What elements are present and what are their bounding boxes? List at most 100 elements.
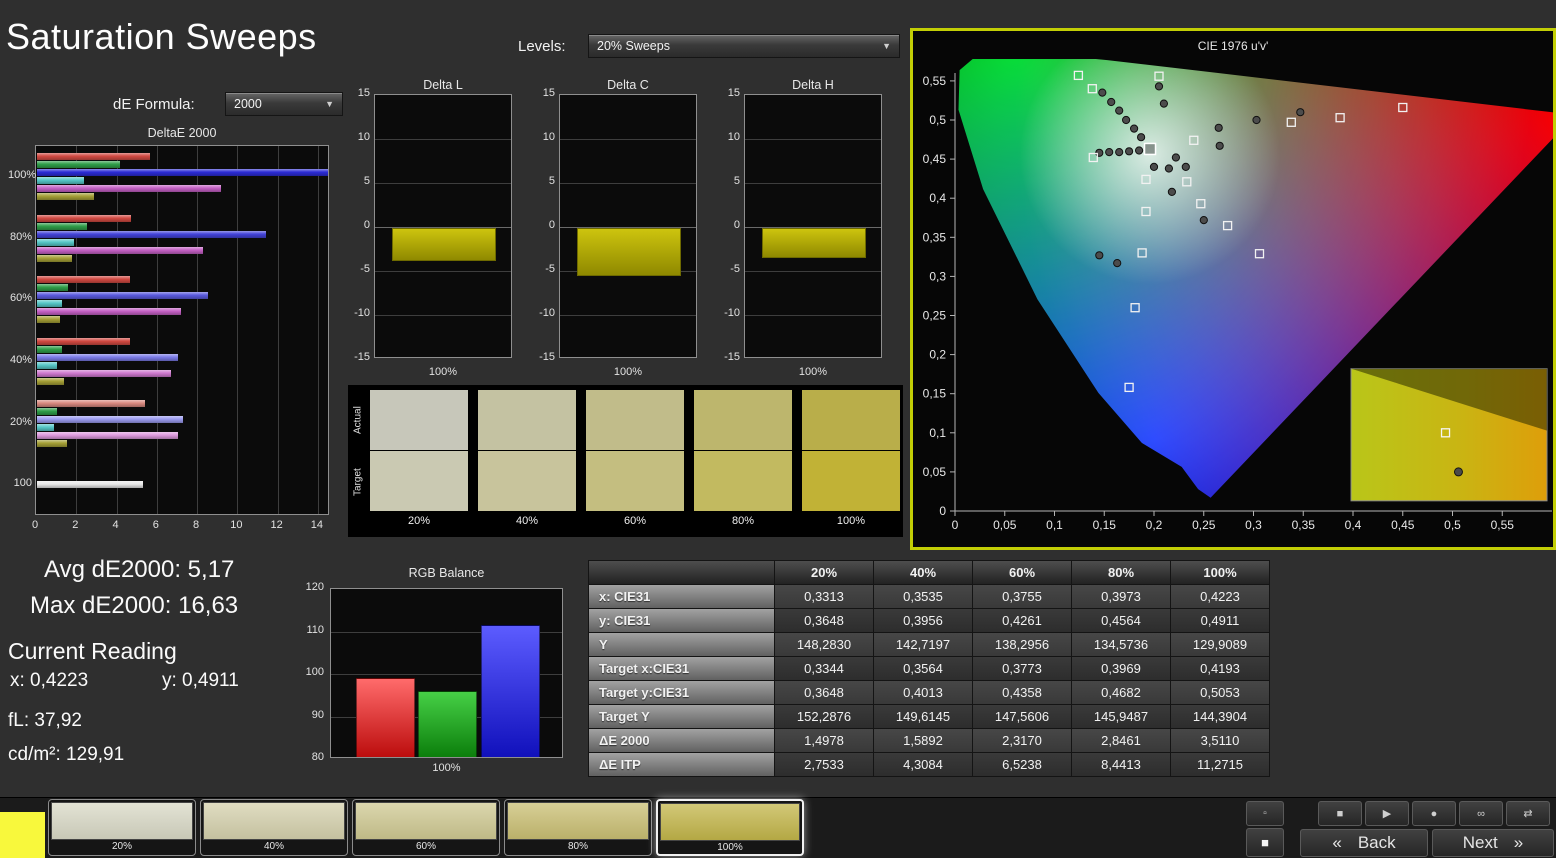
svg-text:0,25: 0,25: [923, 309, 947, 323]
table-cell: 2,7533: [775, 753, 874, 777]
y-tick-label: 5: [733, 175, 740, 187]
de-formula-value: 2000: [234, 97, 262, 111]
loop-button[interactable]: ∞: [1459, 801, 1503, 826]
gridline: [560, 315, 696, 316]
pattern-swatch: [355, 802, 497, 840]
pattern-window-toggle-button[interactable]: ▫: [1246, 801, 1284, 826]
chart-title: RGB Balance: [408, 566, 485, 580]
y-tick-label: 100%: [8, 168, 37, 181]
measured-point: [1171, 153, 1180, 162]
table-cell: 1,5892: [874, 729, 973, 753]
current-y-value: y: 0,4911: [162, 670, 239, 691]
measured-point: [1122, 115, 1131, 125]
table-cell: 0,4358: [973, 681, 1072, 705]
swatch-column: 80%: [694, 390, 792, 527]
deltae-bar: [37, 184, 222, 192]
svg-text:0,55: 0,55: [1491, 518, 1515, 532]
pattern-level-label: 80%: [567, 841, 588, 852]
gridline: [560, 183, 696, 184]
measured-point: [1113, 259, 1122, 268]
table-cell: 0,4911: [1171, 609, 1270, 633]
table-cell: 2,3170: [973, 729, 1072, 753]
deltae-bar: [37, 238, 75, 246]
measured-point: [1199, 216, 1208, 225]
svg-text:0,05: 0,05: [923, 465, 947, 479]
small-plot-area: [559, 94, 697, 358]
deltae-bar: [37, 176, 85, 184]
y-tick-label: -15: [724, 351, 740, 363]
y-tick-label: 10: [357, 131, 370, 143]
svg-text:0,25: 0,25: [1192, 518, 1216, 532]
deltae-bar: [37, 284, 69, 292]
y-tick-label: -5: [730, 263, 740, 275]
swatch-columns: 20% 40% 60% 80% 100%: [370, 390, 900, 527]
pattern-level-button-40%[interactable]: 40%: [200, 799, 348, 856]
swatch-level-label: 40%: [515, 515, 539, 527]
y-tick-label: 60%: [9, 292, 32, 305]
y-tick-label: -10: [539, 307, 555, 319]
actual-swatch: [370, 390, 468, 450]
shuffle-button[interactable]: ⇄: [1506, 801, 1550, 826]
pattern-level-button-20%[interactable]: 20%: [48, 799, 196, 856]
chart-title: DeltaE 2000: [147, 126, 217, 140]
avg-de2000-value: Avg dE2000: 5,17: [44, 556, 235, 583]
delta-bar: [577, 228, 681, 277]
measured-point: [1167, 187, 1176, 196]
deltae-bar: [37, 481, 143, 489]
chart-title: Delta H: [792, 78, 834, 92]
page-title: Saturation Sweeps: [6, 16, 317, 57]
pattern-display-button[interactable]: ■: [1246, 828, 1284, 857]
record-button[interactable]: ●: [1412, 801, 1456, 826]
x-axis-label: 100%: [613, 366, 643, 378]
svg-text:0,35: 0,35: [923, 230, 947, 244]
measured-point: [1252, 115, 1261, 125]
table-row-label: y: CIE31: [589, 609, 775, 633]
measured-point: [1105, 148, 1114, 157]
play-button[interactable]: ▶: [1365, 801, 1409, 826]
table-header-cell: 100%: [1171, 561, 1270, 585]
delta-c-chart: Delta C 15 10 5 0 -5 -10 -15 100%: [533, 78, 705, 380]
deltae-bar: [37, 431, 178, 439]
next-button[interactable]: Next »: [1432, 829, 1554, 857]
back-button[interactable]: « Back: [1300, 829, 1428, 857]
y-tick-label: 15: [357, 87, 370, 99]
deltae-bar: [37, 246, 204, 254]
gridline: [317, 146, 319, 514]
swatch-column: 20%: [370, 390, 468, 527]
pattern-level-button-100%[interactable]: 100%: [656, 799, 804, 856]
swatch-level-label: 20%: [407, 515, 431, 527]
svg-text:0,05: 0,05: [993, 518, 1017, 532]
cie-chart-body: 0 0 0,05 0,05 0,1 0,1 0,15 0,15 0,2 0,2 0,25 0,25 0,…: [913, 59, 1556, 541]
x-tick-label: 2: [72, 519, 79, 531]
gridline: [375, 139, 511, 140]
pattern-level-button-60%[interactable]: 60%: [352, 799, 500, 856]
svg-text:0,1: 0,1: [1046, 518, 1063, 532]
stop-button[interactable]: ■: [1318, 801, 1362, 826]
inset-measured-point: [1453, 467, 1463, 477]
table-header-cell: 20%: [775, 561, 874, 585]
measured-point: [1135, 146, 1144, 155]
swatch-level-label: 80%: [731, 515, 755, 527]
pattern-level-button-80%[interactable]: 80%: [504, 799, 652, 856]
app-window: Saturation Sweeps dE Formula: 2000 ▼ Lev…: [0, 0, 1556, 858]
y-tick-label: -15: [354, 351, 370, 363]
actual-swatch: [802, 390, 900, 450]
svg-text:0,35: 0,35: [1292, 518, 1316, 532]
transport-controls: ■ ▶ ● ∞ ⇄: [1318, 801, 1550, 826]
measured-point: [1215, 141, 1224, 150]
table-cell: 145,9487: [1072, 705, 1171, 729]
levels-dropdown[interactable]: 20% Sweeps ▼: [588, 34, 900, 58]
current-reading-heading: Current Reading: [8, 638, 177, 664]
measured-point: [1107, 97, 1116, 107]
pattern-swatch: [203, 802, 345, 840]
cie-chart-title: CIE 1976 u'v': [1197, 39, 1269, 53]
swatch-row-labels: Actual Target: [350, 390, 366, 512]
deltae-bar: [37, 254, 73, 262]
next-label: Next: [1462, 833, 1498, 852]
measured-point: [1137, 133, 1146, 142]
target-swatch: [586, 451, 684, 511]
next-arrow-icon: »: [1513, 833, 1524, 852]
de-formula-dropdown[interactable]: 2000 ▼: [225, 92, 343, 116]
swatch-column: 40%: [478, 390, 576, 527]
swatch-row-label: Target: [352, 468, 364, 496]
